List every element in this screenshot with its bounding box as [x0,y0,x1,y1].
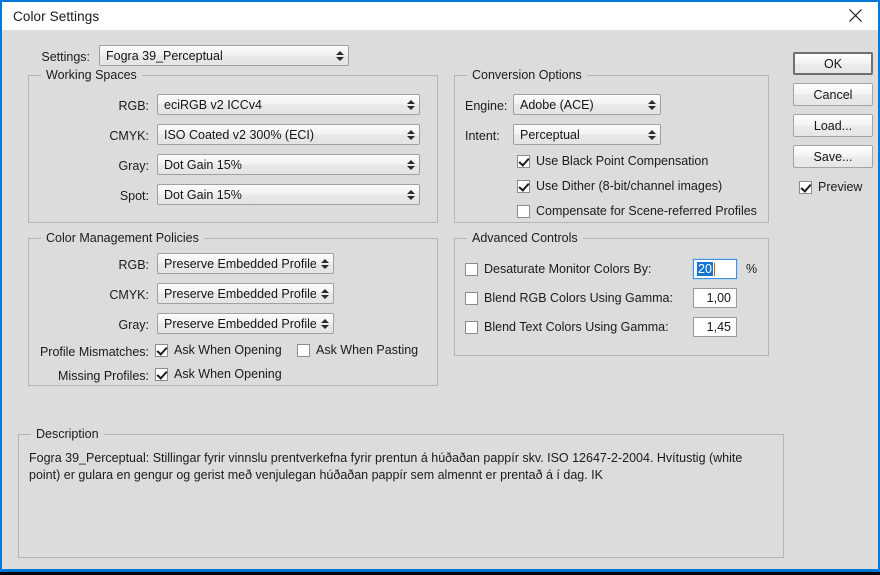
desaturate-monitor-colors-label: Desaturate Monitor Colors By: [484,262,651,276]
blend-rgb-colors-gamma-value: 1,00 [707,291,731,305]
working-spaces-rgb-label: RGB: [69,99,149,113]
intent-dropdown[interactable]: Perceptual [513,124,661,145]
blend-text-colors-gamma-value: 1,45 [707,320,731,334]
working-spaces-cmyk-label: CMYK: [69,129,149,143]
checkbox-box [155,368,168,381]
working-spaces-gray-value: Dot Gain 15% [158,158,402,172]
blend-rgb-colors-gamma-label: Blend RGB Colors Using Gamma: [484,291,673,305]
checkbox-box [465,263,478,276]
profile-mismatches-ask-when-opening-label: Ask When Opening [174,343,282,357]
policies-cmyk-label: CMYK: [69,288,149,302]
policies-cmyk-value: Preserve Embedded Profiles [158,287,316,301]
save-button[interactable]: Save... [793,145,873,168]
chevron-updown-icon [402,155,419,174]
description-title: Description [31,427,104,441]
color-management-policies-group: Color Management Policies RGB: Preserve … [28,238,438,386]
blend-text-colors-gamma-input[interactable]: 1,45 [693,317,737,337]
description-text: Fogra 39_Perceptual: Stillingar fyrir vi… [29,450,774,484]
desaturate-monitor-colors-value: 20 [697,262,713,276]
chevron-updown-icon [402,95,419,114]
preview-checkbox[interactable]: Preview [799,180,862,194]
engine-dropdown[interactable]: Adobe (ACE) [513,94,661,115]
missing-profiles-label: Missing Profiles: [29,369,149,383]
use-black-point-compensation-label: Use Black Point Compensation [536,154,708,168]
blend-text-colors-gamma-checkbox[interactable]: Blend Text Colors Using Gamma: [465,320,669,334]
chevron-updown-icon [316,284,333,303]
profile-mismatches-label: Profile Mismatches: [29,345,149,359]
color-management-policies-title: Color Management Policies [41,231,204,245]
intent-value: Perceptual [514,128,643,142]
settings-dropdown-value: Fogra 39_Perceptual [100,49,331,63]
profile-mismatches-ask-when-pasting-label: Ask When Pasting [316,343,418,357]
policies-gray-dropdown[interactable]: Preserve Embedded Profiles [157,313,334,334]
working-spaces-spot-label: Spot: [69,189,149,203]
use-dither-label: Use Dither (8-bit/channel images) [536,179,722,193]
chevron-updown-icon [316,314,333,333]
blend-rgb-colors-gamma-checkbox[interactable]: Blend RGB Colors Using Gamma: [465,291,673,305]
checkbox-box [297,344,310,357]
profile-mismatches-ask-when-pasting-checkbox[interactable]: Ask When Pasting [297,343,418,357]
working-spaces-rgb-value: eciRGB v2 ICCv4 [158,98,402,112]
load-button[interactable]: Load... [793,114,873,137]
missing-profiles-ask-when-opening-checkbox[interactable]: Ask When Opening [155,367,282,381]
close-icon[interactable] [832,2,878,29]
checkbox-box [799,181,812,194]
checkbox-box [465,321,478,334]
settings-label: Settings: [10,50,90,64]
close-icon-glyph [849,9,862,22]
cancel-button[interactable]: Cancel [793,83,873,106]
advanced-controls-title: Advanced Controls [467,231,583,245]
settings-dropdown[interactable]: Fogra 39_Perceptual [99,45,349,66]
policies-rgb-value: Preserve Embedded Profiles [158,257,316,271]
working-spaces-spot-dropdown[interactable]: Dot Gain 15% [157,184,420,205]
text-caret [714,263,715,276]
working-spaces-spot-value: Dot Gain 15% [158,188,402,202]
title-bar: Color Settings [2,2,878,30]
working-spaces-gray-label: Gray: [69,159,149,173]
dialog-body: Settings: Fogra 39_Perceptual Working Sp… [2,30,878,569]
profile-mismatches-ask-when-opening-checkbox[interactable]: Ask When Opening [155,343,282,357]
policies-rgb-label: RGB: [69,258,149,272]
description-group: Description Fogra 39_Perceptual: Stillin… [18,434,784,558]
desaturate-monitor-colors-input[interactable]: 20 [693,259,737,279]
policies-cmyk-dropdown[interactable]: Preserve Embedded Profiles [157,283,334,304]
ok-button[interactable]: OK [793,52,873,75]
working-spaces-group: Working Spaces RGB: eciRGB v2 ICCv4 CMYK… [28,75,438,223]
desaturate-percent-suffix: % [746,262,766,276]
conversion-options-title: Conversion Options [467,68,587,82]
working-spaces-cmyk-value: ISO Coated v2 300% (ECI) [158,128,402,142]
checkbox-box [155,344,168,357]
chevron-updown-icon [331,46,348,65]
working-spaces-gray-dropdown[interactable]: Dot Gain 15% [157,154,420,175]
blend-rgb-colors-gamma-input[interactable]: 1,00 [693,288,737,308]
missing-profiles-ask-when-opening-label: Ask When Opening [174,367,282,381]
checkbox-box [517,155,530,168]
advanced-controls-group: Advanced Controls Desaturate Monitor Col… [454,238,769,356]
checkbox-box [465,292,478,305]
chevron-updown-icon [316,254,333,273]
color-settings-dialog: Color Settings Settings: Fogra 39_Percep… [0,0,880,572]
use-black-point-compensation-checkbox[interactable]: Use Black Point Compensation [517,154,708,168]
policies-gray-value: Preserve Embedded Profiles [158,317,316,331]
compensate-scene-referred-profiles-label: Compensate for Scene-referred Profiles [536,204,757,218]
working-spaces-title: Working Spaces [41,68,142,82]
compensate-scene-referred-profiles-checkbox[interactable]: Compensate for Scene-referred Profiles [517,204,757,218]
chevron-updown-icon [402,185,419,204]
chevron-updown-icon [402,125,419,144]
policies-rgb-dropdown[interactable]: Preserve Embedded Profiles [157,253,334,274]
checkbox-box [517,205,530,218]
desaturate-monitor-colors-checkbox[interactable]: Desaturate Monitor Colors By: [465,262,651,276]
working-spaces-cmyk-dropdown[interactable]: ISO Coated v2 300% (ECI) [157,124,420,145]
conversion-options-group: Conversion Options Engine: Adobe (ACE) I… [454,75,769,223]
working-spaces-rgb-dropdown[interactable]: eciRGB v2 ICCv4 [157,94,420,115]
preview-label: Preview [818,180,862,194]
engine-value: Adobe (ACE) [514,98,643,112]
window-title: Color Settings [13,9,99,24]
chevron-updown-icon [643,125,660,144]
blend-text-colors-gamma-label: Blend Text Colors Using Gamma: [484,320,669,334]
use-dither-checkbox[interactable]: Use Dither (8-bit/channel images) [517,179,722,193]
policies-gray-label: Gray: [69,318,149,332]
chevron-updown-icon [643,95,660,114]
checkbox-box [517,180,530,193]
